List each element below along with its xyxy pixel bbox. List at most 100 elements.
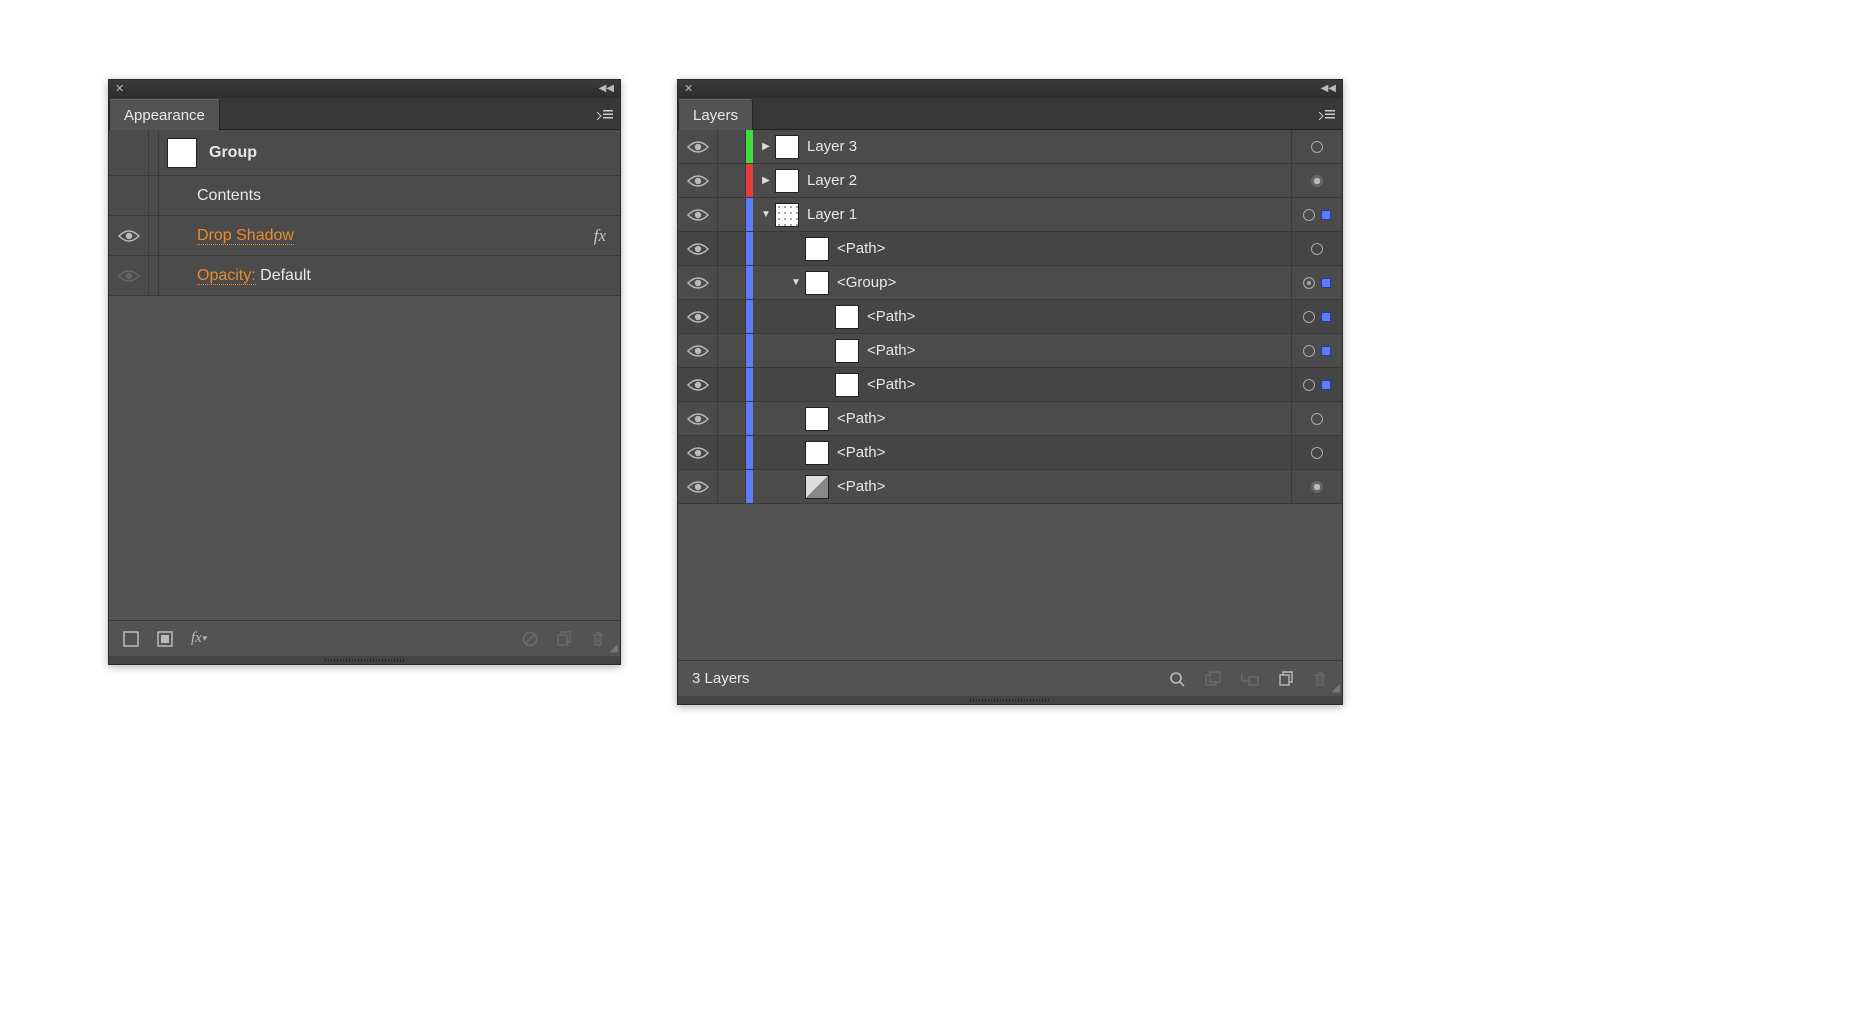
visibility-toggle[interactable] (678, 164, 718, 197)
target-icon[interactable] (1303, 277, 1315, 289)
selection-indicator-icon[interactable] (1321, 346, 1331, 356)
lock-toggle[interactable] (718, 470, 746, 503)
visibility-toggle[interactable] (678, 232, 718, 265)
make-clipping-mask-icon[interactable] (1204, 670, 1222, 688)
visibility-toggle[interactable] (678, 300, 718, 333)
tab-appearance[interactable]: Appearance (109, 99, 220, 130)
target-icon[interactable] (1311, 141, 1323, 153)
panel-menu-button[interactable] (1318, 108, 1336, 120)
target-icon[interactable] (1311, 175, 1323, 187)
delete-layer-icon[interactable] (1312, 671, 1328, 687)
disclosure-triangle-icon[interactable]: ▼ (787, 277, 805, 288)
layer-label[interactable]: <Path> (867, 376, 915, 393)
effect-label[interactable]: Drop Shadow (197, 227, 594, 245)
appearance-contents-row[interactable]: Contents (109, 176, 620, 216)
layer-row[interactable]: ▼<Group> (678, 266, 1342, 300)
layer-target[interactable] (1292, 436, 1342, 469)
layer-hierarchy[interactable]: <Path> (746, 334, 1292, 367)
visibility-icon[interactable] (118, 229, 140, 243)
disclosure-triangle-icon[interactable]: ▶ (757, 141, 775, 152)
visibility-toggle[interactable] (678, 266, 718, 299)
layer-hierarchy[interactable]: <Path> (746, 300, 1292, 333)
add-effect-icon[interactable]: fx▾ (191, 630, 206, 647)
panel-menu-button[interactable] (596, 108, 614, 120)
layer-row[interactable]: ▶Layer 2 (678, 164, 1342, 198)
locate-object-icon[interactable] (1168, 670, 1186, 688)
gripper[interactable] (678, 696, 1342, 704)
lock-toggle[interactable] (718, 300, 746, 333)
duplicate-item-icon[interactable] (556, 631, 572, 647)
layer-hierarchy[interactable]: ▼ Layer 1 (746, 198, 1292, 231)
layer-target[interactable] (1292, 402, 1342, 435)
selection-indicator-icon[interactable] (1321, 312, 1331, 322)
layer-hierarchy[interactable]: <Path> (746, 402, 1292, 435)
disclosure-triangle-icon[interactable]: ▼ (757, 209, 775, 220)
lock-toggle[interactable] (718, 164, 746, 197)
visibility-toggle[interactable] (678, 198, 718, 231)
visibility-toggle[interactable] (678, 368, 718, 401)
lock-toggle[interactable] (718, 368, 746, 401)
layer-label[interactable]: Layer 2 (807, 172, 857, 189)
layer-label[interactable]: Layer 3 (807, 138, 857, 155)
layer-target[interactable] (1292, 130, 1342, 163)
layer-target[interactable] (1292, 300, 1342, 333)
close-icon[interactable]: ✕ (684, 84, 693, 95)
appearance-effect-row[interactable]: Drop Shadow fx (109, 216, 620, 256)
layer-target[interactable] (1292, 164, 1342, 197)
visibility-toggle[interactable] (678, 402, 718, 435)
collapse-icon[interactable]: ◀◀ (599, 84, 614, 94)
layer-target[interactable] (1292, 334, 1342, 367)
layer-hierarchy[interactable]: ▼<Group> (746, 266, 1292, 299)
layer-label[interactable]: <Path> (837, 410, 885, 427)
visibility-toggle[interactable] (678, 436, 718, 469)
layer-hierarchy[interactable]: <Path> (746, 368, 1292, 401)
layer-hierarchy[interactable]: ▶Layer 2 (746, 164, 1292, 197)
selection-indicator-icon[interactable] (1321, 210, 1331, 220)
clear-appearance-icon[interactable] (522, 631, 538, 647)
appearance-opacity-row[interactable]: Opacity: Default (109, 256, 620, 296)
lock-toggle[interactable] (718, 334, 746, 367)
layer-label[interactable]: <Path> (837, 240, 885, 257)
layer-hierarchy[interactable]: <Path> (746, 436, 1292, 469)
visibility-toggle[interactable] (678, 334, 718, 367)
resize-corner-icon[interactable]: ◢ (610, 641, 618, 654)
lock-toggle[interactable] (718, 232, 746, 265)
new-fill-icon[interactable] (157, 631, 173, 647)
layer-row[interactable]: <Path> (678, 232, 1342, 266)
new-layer-icon[interactable] (1278, 671, 1294, 687)
target-icon[interactable] (1303, 311, 1315, 323)
appearance-selection-row[interactable]: Group (109, 130, 620, 176)
lock-toggle[interactable] (718, 266, 746, 299)
resize-corner-icon[interactable]: ◢ (1332, 681, 1340, 694)
target-icon[interactable] (1311, 243, 1323, 255)
selection-indicator-icon[interactable] (1321, 380, 1331, 390)
target-icon[interactable] (1311, 447, 1323, 459)
close-icon[interactable]: ✕ (115, 84, 124, 95)
opacity-row-text[interactable]: Opacity: Default (197, 267, 620, 285)
layer-hierarchy[interactable]: <Path> (746, 232, 1292, 265)
layer-row[interactable]: ▼ Layer 1 (678, 198, 1342, 232)
layer-hierarchy[interactable]: ▶ Layer 3 (746, 130, 1292, 163)
layer-label[interactable]: <Path> (837, 444, 885, 461)
layer-target[interactable] (1292, 266, 1342, 299)
visibility-icon[interactable] (118, 269, 140, 283)
target-icon[interactable] (1303, 379, 1315, 391)
layer-row[interactable]: <Path> (678, 436, 1342, 470)
target-icon[interactable] (1311, 413, 1323, 425)
lock-toggle[interactable] (718, 130, 746, 163)
lock-toggle[interactable] (718, 198, 746, 231)
layer-row[interactable]: <Path> (678, 334, 1342, 368)
fx-icon[interactable]: fx (594, 226, 606, 246)
new-sublayer-icon[interactable] (1240, 671, 1260, 687)
layer-target[interactable] (1292, 198, 1342, 231)
layer-row[interactable]: <Path> (678, 402, 1342, 436)
delete-item-icon[interactable] (590, 631, 606, 647)
target-icon[interactable] (1303, 345, 1315, 357)
target-icon[interactable] (1311, 481, 1323, 493)
layer-hierarchy[interactable]: <Path> (746, 470, 1292, 503)
layer-target[interactable] (1292, 368, 1342, 401)
visibility-toggle[interactable] (678, 470, 718, 503)
layer-label[interactable]: Layer 1 (807, 206, 857, 223)
lock-toggle[interactable] (718, 436, 746, 469)
selection-indicator-icon[interactable] (1321, 278, 1331, 288)
